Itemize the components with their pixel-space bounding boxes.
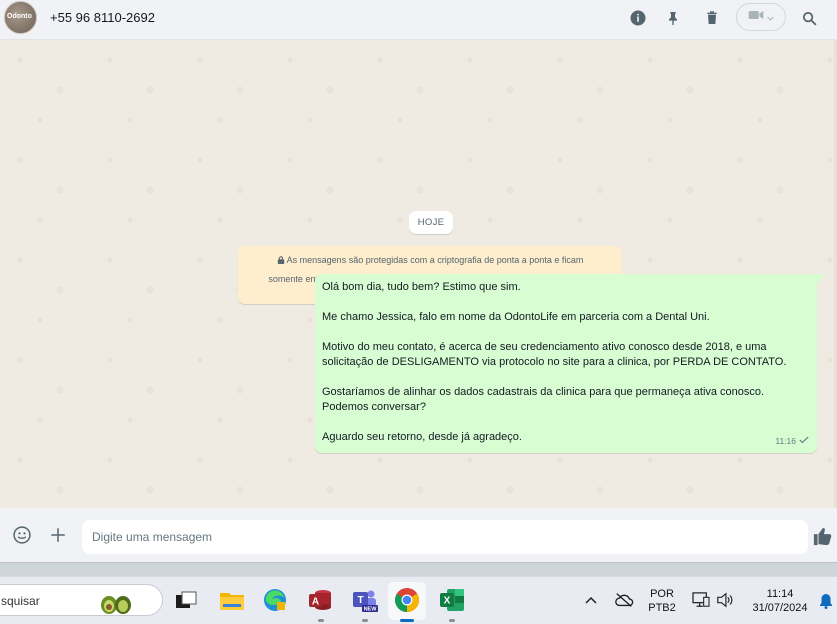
notification-bell-icon[interactable] <box>816 591 836 611</box>
delete-icon[interactable] <box>702 8 722 28</box>
message-paragraph: solicitação de DESLIGAMENTO via protocol… <box>322 356 787 368</box>
message-meta: 11:16 <box>775 434 809 449</box>
bubble-tail <box>817 274 825 284</box>
message-input[interactable] <box>82 520 808 554</box>
message-paragraph: Me chamo Jessica, falo em nome da Odonto… <box>322 311 710 323</box>
single-check-icon <box>799 434 809 449</box>
excel-letter: X <box>444 596 451 607</box>
system-clock[interactable]: 11:14 31/07/2024 <box>745 587 815 615</box>
chevron-down-icon <box>767 8 774 26</box>
excel-icon[interactable]: X <box>439 587 465 613</box>
window-bottom-strip <box>0 562 837 576</box>
info-icon[interactable] <box>628 8 648 28</box>
message-composer <box>0 508 837 562</box>
running-indicator <box>318 619 324 622</box>
outgoing-message-bubble[interactable]: Olá bom dia, tudo bem? Estimo que sim. M… <box>315 274 817 453</box>
video-call-icon <box>748 8 764 26</box>
video-call-button[interactable] <box>736 3 786 31</box>
contact-name[interactable]: +55 96 8110-2692 <box>50 10 155 25</box>
avocado-icon <box>99 593 133 614</box>
edge-icon[interactable] <box>262 587 288 613</box>
cloud-offline-icon[interactable] <box>612 588 636 612</box>
message-time: 11:16 <box>775 436 796 446</box>
active-indicator <box>400 619 414 622</box>
chevron-up-icon[interactable] <box>580 589 602 611</box>
volume-icon[interactable] <box>713 588 737 612</box>
message-paragraph: Motivo do meu contato, é acerca de seu c… <box>322 341 767 353</box>
running-indicator <box>362 619 368 622</box>
contact-avatar[interactable]: Odonto <box>4 1 37 34</box>
avatar-text: Odonto <box>7 13 32 20</box>
thumbs-up-icon[interactable] <box>812 525 834 547</box>
running-indicator <box>449 619 455 622</box>
message-paragraph: Podemos conversar? <box>322 401 426 413</box>
message-paragraph: Olá bom dia, tudo bem? Estimo que sim. <box>322 281 521 293</box>
windows-taskbar: squisar A T NEW X POR PTB2 11:14 31/07/2… <box>0 576 837 624</box>
task-view-icon[interactable] <box>173 587 199 613</box>
search-icon[interactable] <box>799 8 819 28</box>
encryption-notice-line1: As mensagens são protegidas com a cripto… <box>248 251 612 270</box>
taskbar-search-text: squisar <box>1 594 40 608</box>
attach-plus-icon[interactable] <box>47 524 69 546</box>
chat-header: Odonto +55 96 8110-2692 <box>0 0 837 40</box>
teams-new-badge: NEW <box>364 607 378 613</box>
access-letter: A <box>312 597 319 608</box>
message-paragraph: Gostaríamos de alinhar os dados cadastra… <box>322 386 765 398</box>
emoji-icon[interactable] <box>11 524 33 546</box>
message-paragraph: Aguardo seu retorno, desde já agradeço. <box>322 431 522 443</box>
taskbar-search[interactable]: squisar <box>0 584 163 616</box>
pin-icon[interactable] <box>663 8 683 28</box>
file-explorer-icon[interactable] <box>219 587 245 613</box>
chrome-icon[interactable] <box>394 587 420 613</box>
display-network-icon[interactable] <box>689 588 713 612</box>
lock-icon <box>277 252 285 264</box>
teams-letter: T <box>357 595 363 606</box>
access-icon[interactable]: A <box>307 587 333 613</box>
teams-icon[interactable]: T NEW <box>352 587 378 613</box>
date-chip: HOJE <box>409 211 453 234</box>
language-indicator[interactable]: POR PTB2 <box>644 587 680 615</box>
